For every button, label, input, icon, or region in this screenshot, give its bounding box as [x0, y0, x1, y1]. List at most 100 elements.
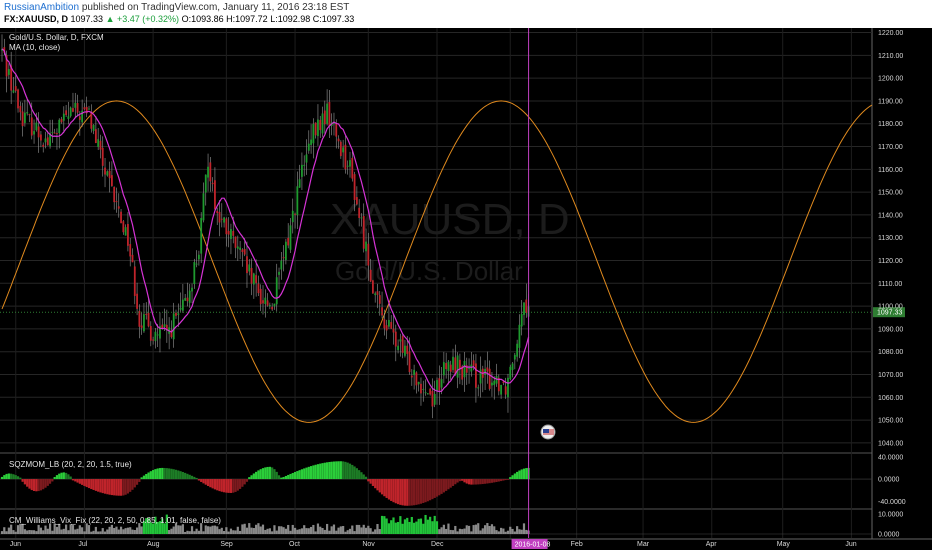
- sqz-bar: [152, 470, 155, 480]
- vix-bar: [26, 530, 29, 534]
- candle-body: [149, 326, 152, 341]
- sqz-bar: [348, 463, 352, 480]
- vix-bar: [213, 525, 217, 534]
- vix-bar: [188, 531, 191, 534]
- sqz-bar: [385, 479, 388, 498]
- vix-bar: [273, 525, 276, 534]
- sqz-bar: [433, 479, 436, 498]
- sqz-bar: [241, 479, 244, 487]
- vix-bar: [339, 526, 342, 534]
- candle-body: [346, 165, 349, 167]
- candle-body: [186, 297, 189, 302]
- vix-bar: [305, 528, 308, 534]
- vix-bar: [119, 526, 123, 534]
- vix-bar: [291, 524, 294, 534]
- vix-bar: [348, 528, 352, 534]
- candle-body: [177, 313, 180, 316]
- vix-bar: [271, 531, 274, 534]
- vix-bar: [32, 530, 36, 534]
- sqz-bar: [408, 479, 411, 506]
- vix-bar: [30, 530, 33, 534]
- sqz-bar: [488, 479, 491, 484]
- vix-bar: [124, 528, 127, 534]
- sqz-bar: [81, 479, 84, 485]
- vix-bar: [21, 523, 24, 534]
- sqz-bar: [14, 475, 17, 480]
- vix-bar: [390, 520, 393, 534]
- chart-canvas[interactable]: XAUUSD, D Gold/U.S. Dollar 1097.33 2016-…: [0, 28, 932, 550]
- author-link[interactable]: RussianAmbition: [4, 2, 79, 13]
- sqz-bar: [447, 479, 450, 490]
- vix-bar: [470, 531, 473, 534]
- vix-bar: [332, 524, 336, 534]
- candle-body: [161, 324, 164, 329]
- open-value: O:1093.86: [181, 14, 224, 24]
- vix-bar: [522, 523, 526, 534]
- candle-body: [33, 131, 35, 135]
- sqz-bar: [74, 479, 77, 482]
- candle-body: [296, 186, 299, 216]
- price-tick-label: 1210.00: [878, 53, 903, 60]
- vix-bar: [344, 531, 347, 534]
- candle-body: [83, 107, 86, 110]
- candle-body: [250, 267, 253, 284]
- sqz-bar: [449, 479, 452, 488]
- sqz-bar: [511, 475, 514, 480]
- candle-body: [520, 314, 523, 327]
- vix-bar: [316, 523, 320, 534]
- sqz-bar: [154, 469, 157, 480]
- sqz-bar: [479, 479, 482, 485]
- vix-bar: [39, 527, 43, 534]
- candle-body: [108, 170, 111, 179]
- candle-body: [342, 147, 345, 153]
- sqz-bar: [170, 468, 173, 480]
- sqz-bar: [461, 479, 464, 481]
- vix-bar: [129, 527, 132, 534]
- sqz-bar: [117, 479, 120, 496]
- candle-body: [504, 386, 507, 395]
- sqz-bar: [426, 479, 429, 502]
- time-tick-label: Apr: [706, 541, 718, 548]
- sqz-bar: [220, 479, 223, 492]
- vix-bar: [513, 531, 516, 534]
- sqz-bar: [413, 479, 416, 506]
- sqz-bar: [293, 471, 297, 480]
- candle-body: [275, 277, 278, 305]
- sqz-bar: [355, 468, 358, 480]
- candle-body: [410, 375, 413, 378]
- sqz-bar: [222, 479, 226, 493]
- sqz-bar: [188, 474, 191, 480]
- sqz-bar: [522, 468, 526, 480]
- price-tick-label: 1170.00: [878, 144, 903, 151]
- candle-body: [7, 69, 10, 75]
- vix-bar: [433, 515, 436, 534]
- vix-bar: [367, 525, 370, 534]
- price-tick-label: 1070.00: [878, 372, 903, 379]
- vix-bar: [293, 527, 297, 534]
- sqz-bar: [149, 471, 152, 480]
- candle-body: [19, 105, 22, 113]
- time-tick-label: Aug: [147, 541, 160, 548]
- vix-bar: [44, 525, 47, 534]
- candle-body: [26, 112, 29, 114]
- sqz-bar: [165, 468, 168, 480]
- sqz-bar: [193, 476, 196, 480]
- candle-body: [449, 364, 452, 372]
- candle-body: [241, 249, 244, 253]
- vix-bar: [486, 523, 489, 534]
- sqz-bar: [257, 470, 260, 480]
- vix-bar: [429, 516, 432, 534]
- vix-bar: [300, 528, 304, 534]
- vix-bar: [87, 525, 91, 534]
- sqz-bar: [312, 465, 315, 480]
- sqz-bar: [229, 479, 233, 493]
- vix-bar: [326, 523, 329, 534]
- sqz-bar: [399, 479, 402, 505]
- vix-bar: [232, 530, 235, 534]
- vix-bar: [5, 531, 8, 534]
- vix-bar: [403, 519, 407, 534]
- vix-bar: [225, 527, 228, 534]
- sqz-bar: [216, 479, 219, 491]
- vix-bar: [236, 526, 239, 534]
- sqz-bar: [513, 473, 516, 480]
